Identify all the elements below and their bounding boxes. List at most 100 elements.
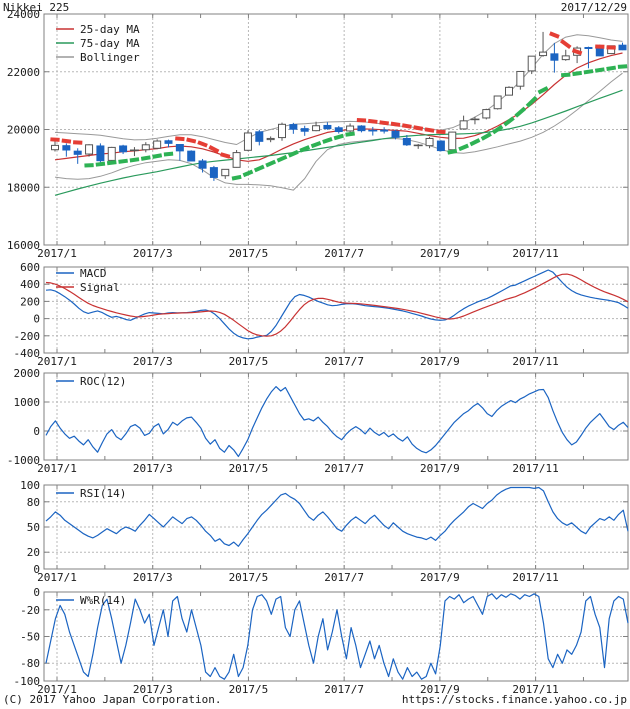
candle-body	[301, 129, 308, 132]
sar-dash-up	[153, 155, 162, 157]
sar-dash-down	[391, 124, 400, 125]
y-tick-label: -100	[14, 675, 41, 688]
x-tick-label: 2017/3	[133, 247, 173, 260]
candle-body	[437, 141, 444, 151]
sar-dash-up	[130, 159, 139, 160]
sar-dash-up	[573, 73, 582, 74]
sar-dash-up	[311, 143, 320, 146]
y-tick-label: 22000	[7, 66, 40, 79]
candle-body	[74, 151, 81, 154]
copyright-text: (C) 2017 Yahoo Japan Corporation.	[3, 694, 222, 706]
y-tick-label: 18000	[7, 181, 40, 194]
candle-body	[347, 126, 354, 131]
sar-dash-up	[504, 118, 513, 125]
sar-dash-up	[232, 177, 241, 179]
x-tick-label: 2017/5	[229, 683, 269, 696]
candle-body	[120, 146, 127, 152]
candle-body	[210, 168, 217, 178]
candle-body	[540, 52, 547, 55]
candle-body	[244, 133, 251, 150]
sar-dash-down	[561, 41, 570, 48]
x-tick-label: 2017/5	[229, 355, 269, 368]
sar-dash-up	[96, 164, 105, 165]
candle-body	[596, 48, 603, 56]
x-tick-label: 2017/3	[133, 462, 173, 475]
x-tick-label: 2017/11	[512, 355, 558, 368]
panel-border	[44, 373, 628, 460]
sar-dash-down	[425, 129, 434, 131]
sar-dash-up	[584, 71, 593, 72]
sar-dash-up	[482, 134, 491, 139]
y-tick-label: 20	[27, 546, 40, 559]
sar-dash-up	[448, 151, 457, 153]
candle-body	[403, 138, 410, 144]
sar-dash-down	[73, 142, 82, 143]
y-tick-label: -80	[20, 657, 40, 670]
sar-dash-up	[266, 162, 275, 166]
candle-body	[494, 96, 501, 109]
x-tick-label: 2017/7	[324, 247, 364, 260]
sar-dash-up	[141, 157, 150, 159]
y-tick-label: 200	[20, 295, 40, 308]
candle-body	[517, 71, 524, 86]
roc-12--line	[46, 387, 628, 457]
candle-body	[460, 121, 467, 129]
y-tick-label: -50	[20, 631, 40, 644]
y-tick-label: 24000	[7, 8, 40, 21]
candle-body	[335, 128, 342, 132]
candle-body	[154, 141, 161, 148]
candle-body	[199, 161, 206, 168]
candle-body	[267, 138, 274, 139]
y-tick-label: 20000	[7, 124, 40, 137]
x-tick-label: 2017/11	[512, 247, 558, 260]
sar-dash-up	[470, 140, 479, 144]
candle-body	[165, 141, 172, 144]
y-tick-label: 0	[33, 425, 40, 438]
candle-body	[585, 47, 592, 48]
x-tick-label: 2017/3	[133, 355, 173, 368]
price-panel: 24000220002000018000160002017/12017/3201…	[7, 8, 628, 260]
y-tick-label: 16000	[7, 239, 40, 252]
source-url-text: https://stocks.finance.yahoo.co.jp	[402, 694, 627, 706]
candle-body	[63, 146, 70, 150]
y-tick-label: 600	[20, 261, 40, 274]
candle-body	[313, 126, 320, 131]
sar-dash-down	[187, 139, 196, 141]
y-tick-label: 400	[20, 278, 40, 291]
ma75-line	[55, 90, 623, 195]
x-tick-label: 2017/1	[37, 462, 77, 475]
x-tick-label: 2017/7	[324, 462, 364, 475]
sar-dash-up	[323, 139, 332, 142]
sar-dash-up	[346, 134, 355, 135]
candle-body	[324, 125, 331, 128]
x-tick-label: 2017/11	[512, 571, 558, 584]
y-tick-label: 2000	[14, 367, 41, 380]
candle-body	[256, 132, 263, 142]
sar-dash-up	[164, 154, 173, 155]
candle-body	[97, 146, 104, 161]
chart-page: Nikkei 225 2017/12/29 240002200020000180…	[0, 0, 630, 709]
sar-dash-up	[607, 68, 616, 69]
panel-border	[44, 267, 628, 353]
candle-body	[52, 145, 59, 149]
x-tick-label: 2017/9	[420, 462, 460, 475]
macd-panel: 6004002000-200-4002017/12017/32017/52017…	[14, 261, 629, 368]
candle-body	[506, 87, 513, 95]
candle-body	[222, 169, 229, 175]
candle-body	[176, 145, 183, 151]
x-tick-label: 2017/5	[229, 247, 269, 260]
sar-dash-down	[198, 142, 207, 146]
sar-dash-down	[402, 125, 411, 127]
legend-label: ROC(12)	[80, 375, 126, 388]
y-tick-label: -20	[20, 604, 40, 617]
candle-body	[86, 145, 93, 154]
y-tick-label: 50	[27, 521, 40, 534]
x-tick-label: 2017/9	[420, 355, 460, 368]
rsi-panel: 10080502002017/12017/32017/52017/72017/9…	[20, 479, 628, 584]
x-tick-label: 2017/5	[229, 571, 269, 584]
y-tick-label: -400	[14, 347, 41, 360]
y-tick-label: 0	[33, 313, 40, 326]
chart-svg: 24000220002000018000160002017/12017/3201…	[0, 0, 630, 709]
sar-dash-up	[119, 161, 128, 162]
x-tick-label: 2017/9	[420, 571, 460, 584]
